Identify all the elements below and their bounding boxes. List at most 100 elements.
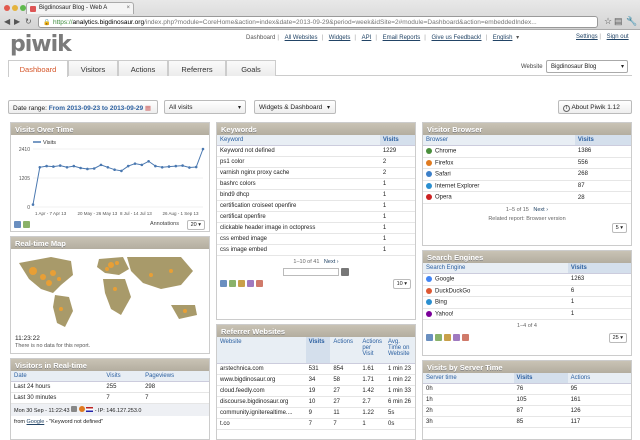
table-row[interactable]: Bing 1 bbox=[423, 296, 631, 309]
annotations-link[interactable]: Annotations bbox=[150, 221, 179, 227]
column-header[interactable]: Avg. Time on Website bbox=[385, 337, 415, 364]
forward-icon[interactable]: ▶ bbox=[14, 17, 20, 26]
table-row[interactable]: Yahoo! 1 bbox=[423, 308, 631, 321]
table-row[interactable]: ps1 color 2 bbox=[217, 156, 415, 168]
close-tab-icon[interactable]: × bbox=[126, 5, 130, 11]
nav-email-reports[interactable]: Email Reports bbox=[383, 35, 421, 41]
column-header[interactable]: Visits bbox=[379, 135, 415, 146]
row-limit-select[interactable]: 10 ▾ bbox=[392, 279, 411, 289]
widget-title[interactable]: Real-time Map bbox=[11, 237, 209, 249]
website-selector[interactable]: Bigdinosaur Blog bbox=[546, 60, 628, 73]
tag-cloud-icon[interactable] bbox=[453, 334, 460, 342]
table-row[interactable]: Opera 28 bbox=[423, 191, 631, 204]
table-row[interactable]: community.igniterealtime.... 9 11 1.22 5s bbox=[217, 407, 415, 419]
column-header[interactable]: Visits bbox=[305, 337, 331, 364]
next-page-link[interactable]: Next › bbox=[324, 259, 339, 265]
table-row[interactable]: Internet Explorer 87 bbox=[423, 180, 631, 193]
table-row[interactable]: www.bigdinosaur.org 34 58 1.71 1 min 22 bbox=[217, 374, 415, 386]
map-area[interactable]: 11:23:22 There is no data for this repor… bbox=[11, 249, 209, 353]
back-icon[interactable]: ◀ bbox=[4, 17, 10, 26]
table-view-icon[interactable] bbox=[220, 280, 227, 287]
export-icon[interactable] bbox=[462, 334, 469, 342]
tab-goals[interactable]: Goals bbox=[226, 60, 276, 76]
pie-view-icon[interactable] bbox=[229, 280, 236, 287]
column-header[interactable]: Browser bbox=[423, 135, 575, 146]
nav-all-websites[interactable]: All Websites bbox=[285, 35, 318, 41]
tab-referrers[interactable]: Referrers bbox=[168, 60, 226, 76]
table-row[interactable]: 0h 76 95 bbox=[423, 383, 631, 395]
tag-cloud-icon[interactable] bbox=[247, 280, 254, 287]
column-header[interactable]: Website bbox=[217, 337, 306, 364]
reload-icon[interactable]: ↻ bbox=[25, 17, 32, 26]
browser-tab[interactable]: Bigdinosaur Blog - Web A × bbox=[26, 2, 134, 14]
visits-line-chart[interactable]: Visits 2410 1205 0 1 Apr - 7 Apr 13 20 May - … bbox=[11, 135, 209, 219]
table-row[interactable]: arstechnica.com 531 854 1.61 1 min 23 bbox=[217, 363, 415, 375]
column-header[interactable]: Visits bbox=[574, 135, 631, 146]
table-row[interactable]: 2h 87 126 bbox=[423, 405, 631, 417]
address-bar[interactable]: 🔒 https://analytics.bigdinosaur.org/inde… bbox=[38, 16, 598, 28]
widget-title[interactable]: Visits by Server Time bbox=[423, 361, 631, 373]
table-row[interactable]: Safari 268 bbox=[423, 168, 631, 181]
table-row[interactable]: css image embed 1 bbox=[217, 244, 415, 256]
settings-link[interactable]: Settings bbox=[576, 34, 598, 40]
table-row[interactable]: bind9 dhcp 1 bbox=[217, 189, 415, 201]
widget-title[interactable]: Keywords bbox=[217, 123, 415, 135]
referrer-link[interactable]: Google bbox=[27, 419, 45, 425]
nav-widgets[interactable]: Widgets bbox=[329, 35, 351, 41]
table-view-icon[interactable] bbox=[426, 334, 433, 342]
widget-title[interactable]: Visits Over Time bbox=[11, 123, 209, 135]
column-header[interactable]: Visits bbox=[513, 373, 568, 384]
about-piwik-button[interactable]: i About Piwik 1.12 bbox=[558, 100, 632, 114]
column-header[interactable]: Date bbox=[11, 371, 104, 382]
nav-dashboard[interactable]: Dashboard bbox=[246, 35, 275, 41]
row-limit-select[interactable]: 25 ▾ bbox=[608, 333, 627, 344]
table-row[interactable]: DuckDuckGo 6 bbox=[423, 285, 631, 298]
table-row[interactable]: cloud.feedly.com 19 27 1.42 1 min 33 bbox=[217, 385, 415, 397]
widget-title[interactable]: Visitors in Real-time bbox=[11, 359, 209, 371]
next-page-link[interactable]: Next › bbox=[533, 207, 548, 213]
date-range-picker[interactable]: Date range: From 2013-09-23 to 2013-09-2… bbox=[8, 100, 158, 114]
row-limit-select[interactable]: 5 ▾ bbox=[611, 222, 627, 233]
column-header[interactable]: Actions per Visit bbox=[359, 337, 385, 364]
table-row[interactable]: clickable header image in octopress 1 bbox=[217, 222, 415, 234]
last-visit-row[interactable]: Mon 30 Sep - 11:22:43 - IP: 146.127.253.… bbox=[11, 404, 209, 416]
wrench-icon[interactable]: 🔧 bbox=[626, 16, 637, 27]
nav-api[interactable]: API bbox=[362, 35, 372, 41]
search-input[interactable] bbox=[283, 268, 340, 276]
column-header[interactable]: Search Engine bbox=[423, 263, 568, 274]
table-row[interactable]: certification croiseet openfire 1 bbox=[217, 200, 415, 212]
table-row[interactable]: bashrc colors 1 bbox=[217, 178, 415, 190]
widget-title[interactable]: Search Engines bbox=[423, 251, 631, 263]
language-selector[interactable]: English bbox=[493, 35, 513, 41]
nav-feedback[interactable]: Give us Feedback! bbox=[431, 35, 481, 41]
export-icon[interactable] bbox=[23, 221, 30, 228]
table-row[interactable]: Keyword not defined 1229 bbox=[217, 145, 415, 157]
close-window-button[interactable] bbox=[4, 5, 10, 11]
column-header[interactable]: Actions bbox=[567, 373, 631, 384]
segment-selector[interactable]: All visits ▾ bbox=[164, 100, 246, 114]
table-row[interactable]: css embed image 1 bbox=[217, 233, 415, 245]
widget-title[interactable]: Referrer Websites bbox=[217, 325, 415, 337]
chart-type-icon[interactable] bbox=[14, 221, 21, 228]
table-row[interactable]: discourse.bigdinosaur.org 10 27 2.7 6 min 26 bbox=[217, 396, 415, 408]
minimize-window-button[interactable] bbox=[12, 5, 18, 11]
table-row[interactable]: certificat openfire 1 bbox=[217, 211, 415, 223]
extension-icon[interactable]: ▤ bbox=[614, 16, 623, 27]
column-header[interactable]: Visits bbox=[103, 371, 143, 382]
table-row[interactable]: Google 1263 bbox=[423, 273, 631, 286]
column-header[interactable]: Visits bbox=[567, 263, 631, 274]
widget-title[interactable]: Visitor Browser bbox=[423, 123, 631, 135]
column-header[interactable]: Actions bbox=[330, 337, 360, 364]
table-row[interactable]: 3h 85 117 bbox=[423, 416, 631, 428]
piwik-logo[interactable]: piwik bbox=[10, 32, 72, 57]
table-row[interactable]: 1h 105 161 bbox=[423, 394, 631, 406]
bar-view-icon[interactable] bbox=[444, 334, 451, 342]
bookmark-star-icon[interactable]: ☆ bbox=[604, 16, 612, 27]
export-icon[interactable] bbox=[256, 280, 263, 287]
table-row[interactable]: Chrome 1386 bbox=[423, 145, 631, 158]
table-row[interactable]: Firefox 556 bbox=[423, 157, 631, 170]
table-row[interactable]: varnish nginx proxy cache 2 bbox=[217, 167, 415, 179]
row-limit-select[interactable]: 20 ▾ bbox=[186, 220, 205, 230]
column-header[interactable]: Server time bbox=[423, 373, 514, 384]
table-row[interactable]: t.co 7 7 1 0s bbox=[217, 418, 415, 430]
